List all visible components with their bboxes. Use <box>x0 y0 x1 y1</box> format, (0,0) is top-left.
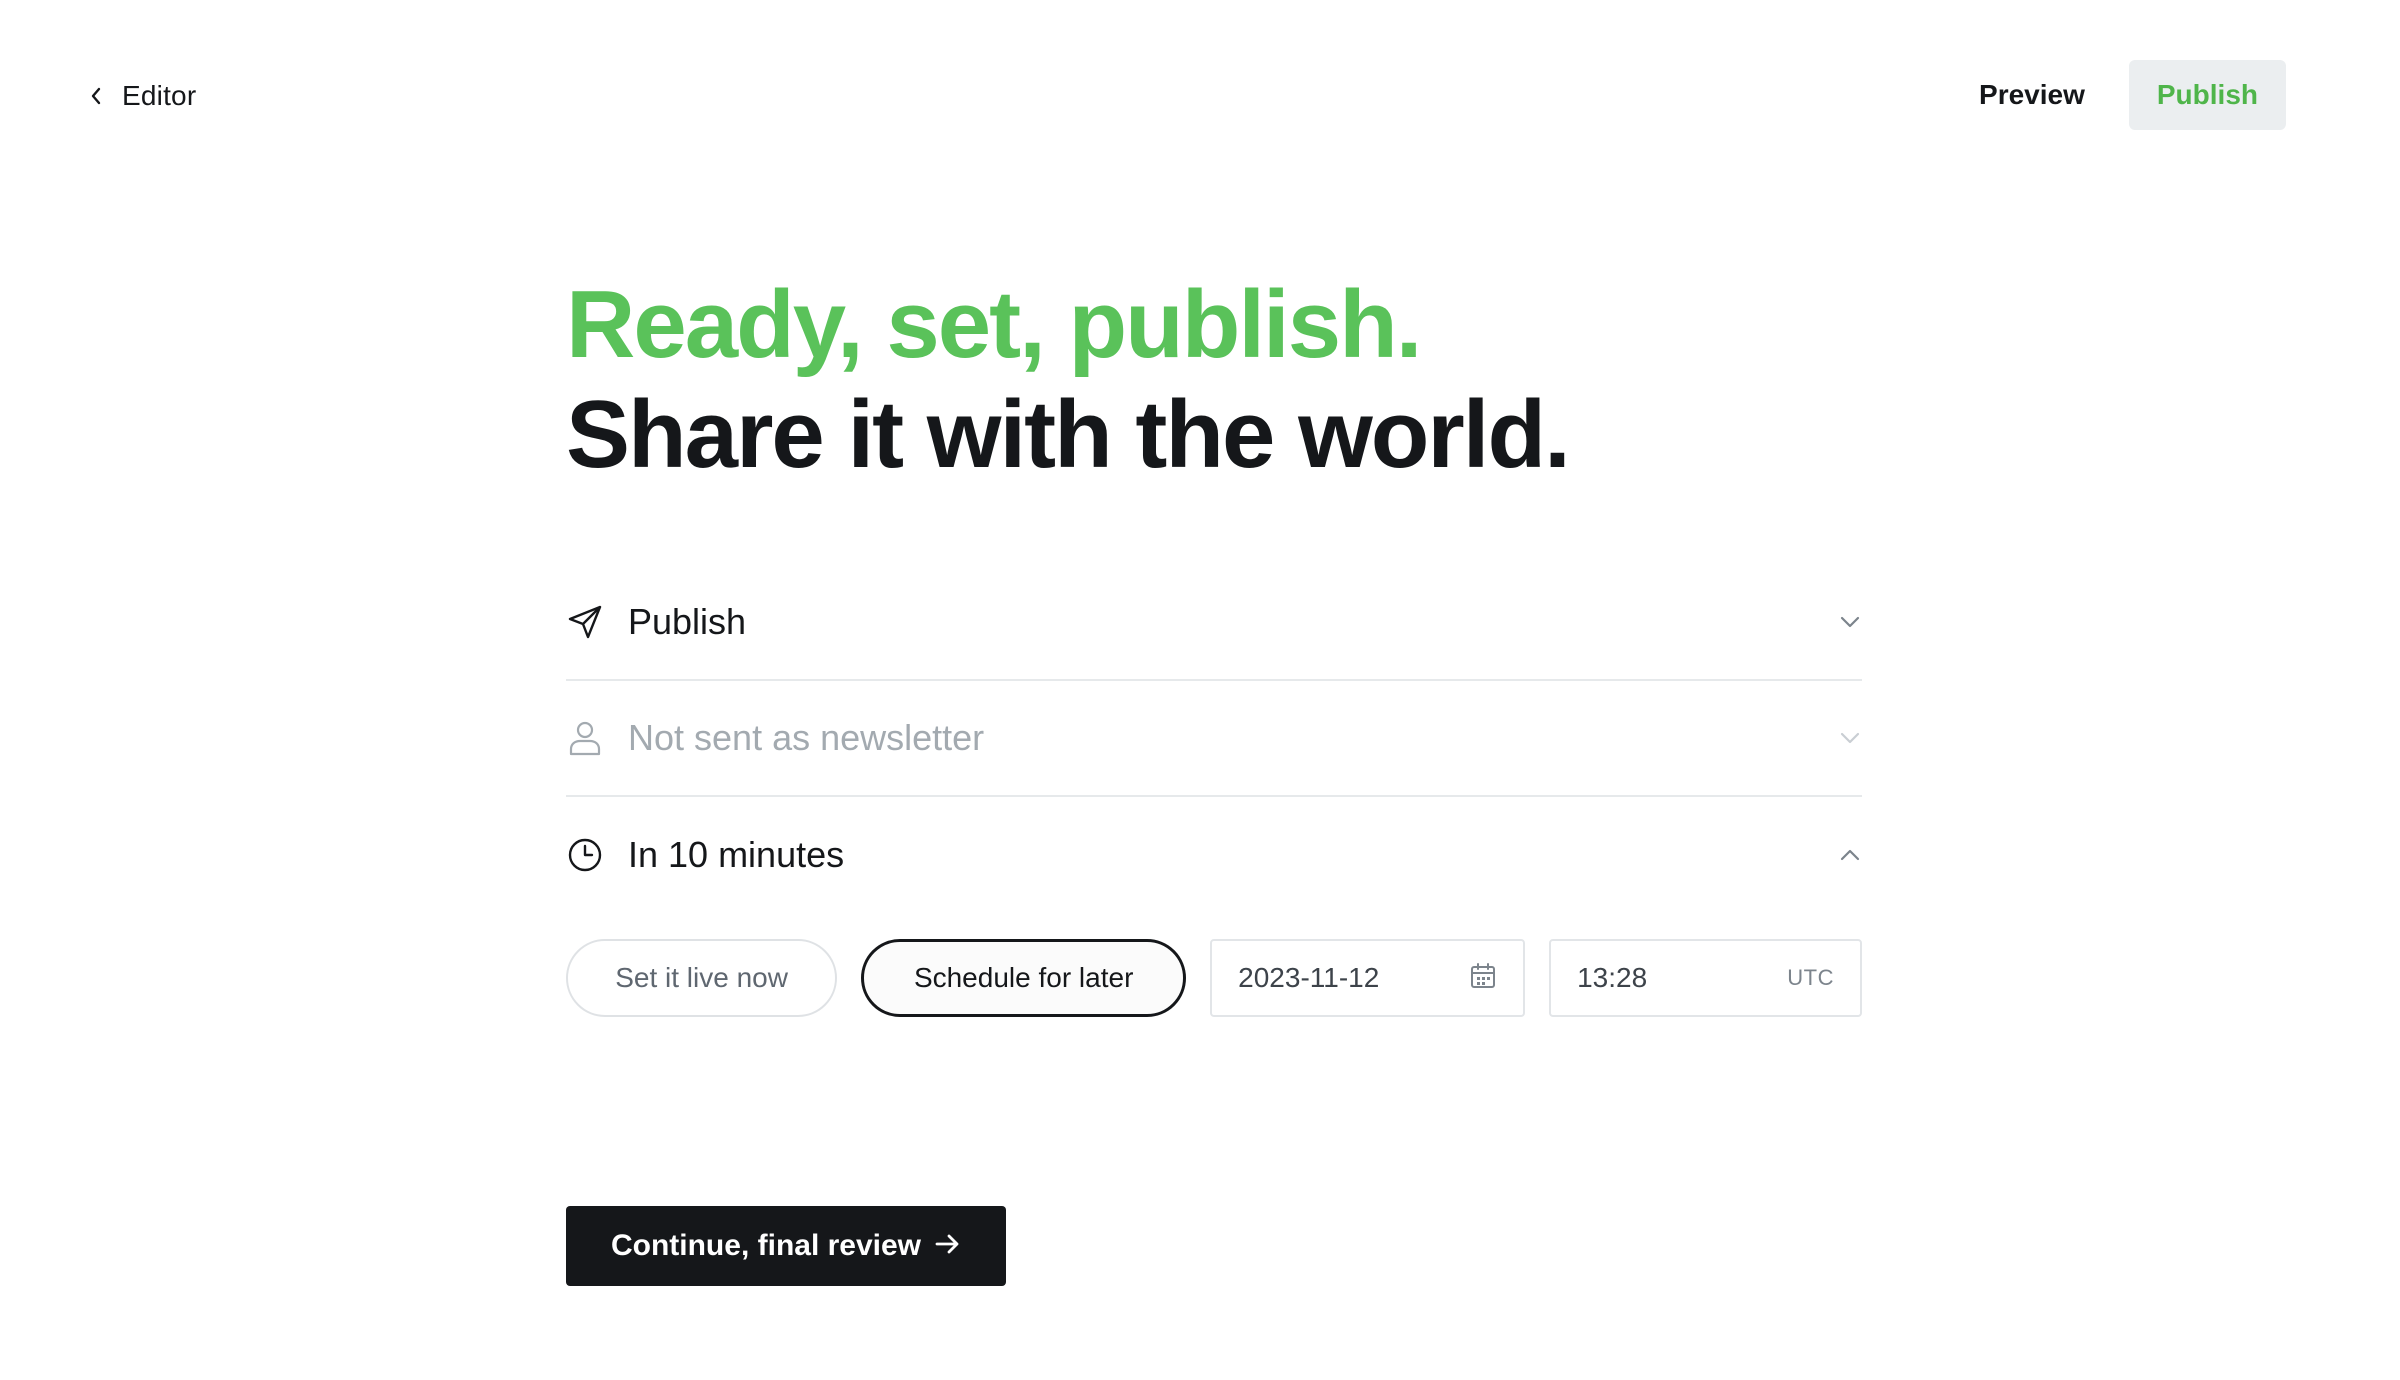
schedule-controls: Set it live now Schedule for later 2023-… <box>566 939 1862 1017</box>
date-value: 2023-11-12 <box>1238 962 1380 993</box>
schedule-row[interactable]: In 10 minutes <box>566 797 1862 913</box>
back-label: Editor <box>122 80 197 111</box>
timezone-label: UTC <box>1787 965 1834 990</box>
publish-button[interactable]: Publish <box>2128 60 2286 130</box>
chevron-down-icon <box>1838 726 1862 750</box>
date-field[interactable]: 2023-11-12 <box>1210 939 1526 1017</box>
publish-settings: Publish Not sent as newsletter In 10 min… <box>566 565 1862 1017</box>
chevron-down-icon <box>1838 610 1862 634</box>
preview-button[interactable]: Preview <box>1979 79 2085 111</box>
chevron-left-icon <box>84 84 108 108</box>
back-to-editor-link[interactable]: Editor <box>84 74 196 118</box>
top-actions: Preview Publish <box>1979 60 2286 130</box>
time-value: 13:28 <box>1577 962 1648 993</box>
page-title: Ready, set, publish. Share it with the w… <box>566 270 1866 490</box>
publish-type-label: Publish <box>628 601 747 642</box>
publish-flow-page: Editor Preview Publish Ready, set, publi… <box>0 0 2400 1380</box>
schedule-later-option[interactable]: Schedule for later <box>861 939 1187 1017</box>
headline-line-2: Share it with the world. <box>566 381 1571 488</box>
continue-label: Continue, final review <box>610 1229 922 1262</box>
send-icon <box>566 603 604 641</box>
schedule-label: In 10 minutes <box>628 834 845 875</box>
set-live-now-option[interactable]: Set it live now <box>566 939 838 1017</box>
publish-type-row[interactable]: Publish <box>566 565 1862 681</box>
continue-final-review-button[interactable]: Continue, final review <box>566 1206 1006 1286</box>
clock-icon <box>566 836 604 874</box>
calendar-icon[interactable] <box>1469 962 1497 995</box>
time-field[interactable]: 13:28 UTC <box>1549 939 1862 1017</box>
newsletter-row[interactable]: Not sent as newsletter <box>566 681 1862 797</box>
headline-line-1: Ready, set, publish. <box>566 271 1422 378</box>
newsletter-label: Not sent as newsletter <box>628 717 985 758</box>
arrow-right-icon <box>935 1229 961 1263</box>
chevron-up-icon <box>1838 843 1862 867</box>
user-icon <box>566 719 604 757</box>
